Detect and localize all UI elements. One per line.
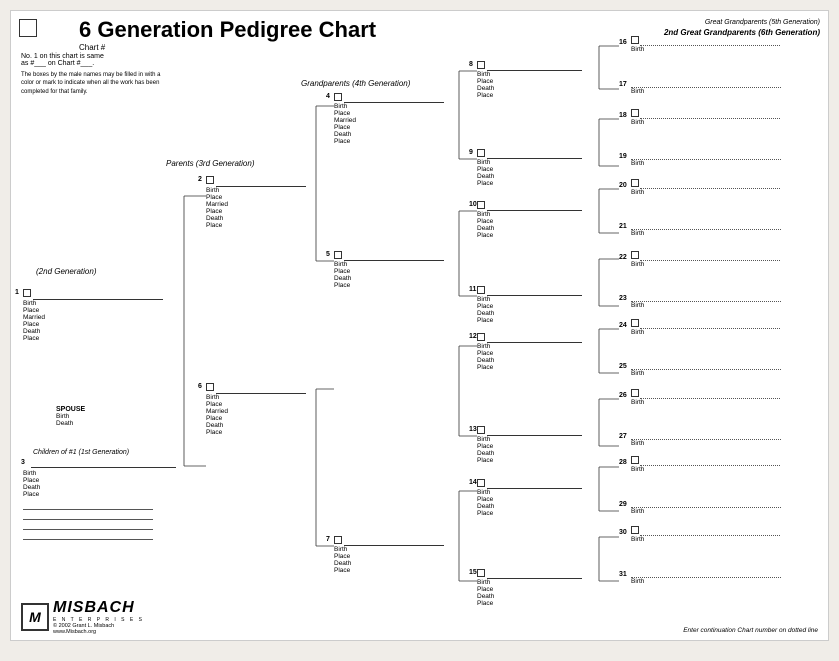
person-7-num: 7 <box>326 536 330 543</box>
person-13: 13 BirthPlaceDeathPlace <box>477 426 592 464</box>
p3-birth-label: Birth <box>23 470 178 477</box>
logo-website: www.Misbach.org <box>53 629 144 635</box>
person-6-num: 6 <box>198 383 202 390</box>
continuation-note: Enter continuation Chart number on dotte… <box>683 626 818 635</box>
person-14-num: 14 <box>469 479 477 486</box>
person-17: 17 Birth <box>619 79 814 95</box>
person-15-num: 15 <box>469 569 477 576</box>
person-1: 1 Birth Place Married Place Death Place <box>23 289 178 342</box>
gen4-label: Grandparents (4th Generation) <box>301 79 410 88</box>
person-29: 29 Birth <box>619 499 814 515</box>
person-18: 18 Birth <box>619 109 814 126</box>
children-label: Children of #1 (1st Generation) <box>33 449 129 456</box>
person-8-num: 8 <box>469 61 473 68</box>
instruction-line2: as #___ on Chart #___. <box>21 60 161 67</box>
p3-place2-label: Place <box>23 491 178 498</box>
p3-death-label: Death <box>23 484 178 491</box>
person-19: 19 Birth <box>619 151 814 167</box>
person-6: 6 BirthPlaceMarriedPlaceDeathPlace <box>206 383 316 436</box>
person-5: 5 BirthPlaceDeathPlace <box>334 251 454 289</box>
person-15: 15 BirthPlaceDeathPlace <box>477 569 592 607</box>
person-10: 10 BirthPlaceDeathPlace <box>477 201 592 239</box>
p1-place3-label: Place <box>23 335 178 342</box>
instruction-line1: No. 1 on this chart is same <box>21 53 161 60</box>
spouse-label: SPOUSE <box>56 406 85 413</box>
person-2-num: 2 <box>198 176 202 183</box>
person-11-num: 11 <box>469 286 476 293</box>
person-8: 8 BirthPlaceDeathPlace <box>477 61 592 99</box>
spouse-area: SPOUSE Birth Death <box>56 406 85 427</box>
person-5-num: 5 <box>326 251 330 258</box>
p1-place-label: Place <box>23 307 178 314</box>
person-4-num: 4 <box>326 93 330 100</box>
spouse-birth: Birth <box>56 413 85 420</box>
person-13-num: 13 <box>469 426 477 433</box>
gen2-label: (2nd Generation) <box>36 267 96 276</box>
person-30: 30 Birth <box>619 526 814 543</box>
spouse-death: Death <box>56 420 85 427</box>
gen3-label: Parents (3rd Generation) <box>166 159 255 168</box>
logo-area: M MISBACH E N T E R P R I S E S © 2002 G… <box>21 599 144 635</box>
person-26: 26 Birth <box>619 389 814 406</box>
person-21: 21 Birth <box>619 221 814 237</box>
person-28: 28 Birth <box>619 456 814 473</box>
person-11: 11 BirthPlaceDeathPlace <box>477 286 592 324</box>
p3-place-label: Place <box>23 477 178 484</box>
p1-married-label: Married <box>23 314 178 321</box>
logo-name: MISBACH <box>53 599 144 617</box>
p1-death-label: Death <box>23 328 178 335</box>
person-7: 7 BirthPlaceDeathPlace <box>334 536 454 574</box>
person-25: 25 Birth <box>619 361 814 377</box>
person-3: 3 Birth Place Death Place <box>23 459 178 542</box>
person-10-num: 10 <box>469 201 477 208</box>
person-12-num: 12 <box>469 333 477 340</box>
p1-birth-label: Birth <box>23 300 178 307</box>
person-14: 14 BirthPlaceDeathPlace <box>477 479 592 517</box>
person-20: 20 Birth <box>619 179 814 196</box>
person-9-num: 9 <box>469 149 473 156</box>
person-24: 24 Birth <box>619 319 814 336</box>
person-12: 12 BirthPlaceDeathPlace <box>477 333 592 371</box>
p1-place2-label: Place <box>23 321 178 328</box>
person-16: 16 Birth <box>619 36 814 53</box>
page: 6 Generation Pedigree Chart Chart # Grea… <box>10 10 829 641</box>
person-1-num: 1 <box>15 289 19 296</box>
person-2: 2 BirthPlaceMarriedPlaceDeathPlace <box>206 176 316 229</box>
person-23: 23 Birth <box>619 293 814 309</box>
person-3-num: 3 <box>21 459 25 466</box>
person-22: 22 Birth <box>619 251 814 268</box>
page-title: 6 Generation Pedigree Chart <box>79 19 664 41</box>
person-9: 9 BirthPlaceDeathPlace <box>477 149 592 187</box>
gen5-label: Great Grandparents (5th Generation) <box>664 19 820 26</box>
instruction-note: The boxes by the male names may be fille… <box>21 71 161 96</box>
person-4: 4 BirthPlaceMarriedPlaceDeathPlace <box>334 93 454 145</box>
person-31: 31 Birth <box>619 569 814 585</box>
person-27: 27 Birth <box>619 431 814 447</box>
chart-num: Chart # <box>79 43 664 52</box>
